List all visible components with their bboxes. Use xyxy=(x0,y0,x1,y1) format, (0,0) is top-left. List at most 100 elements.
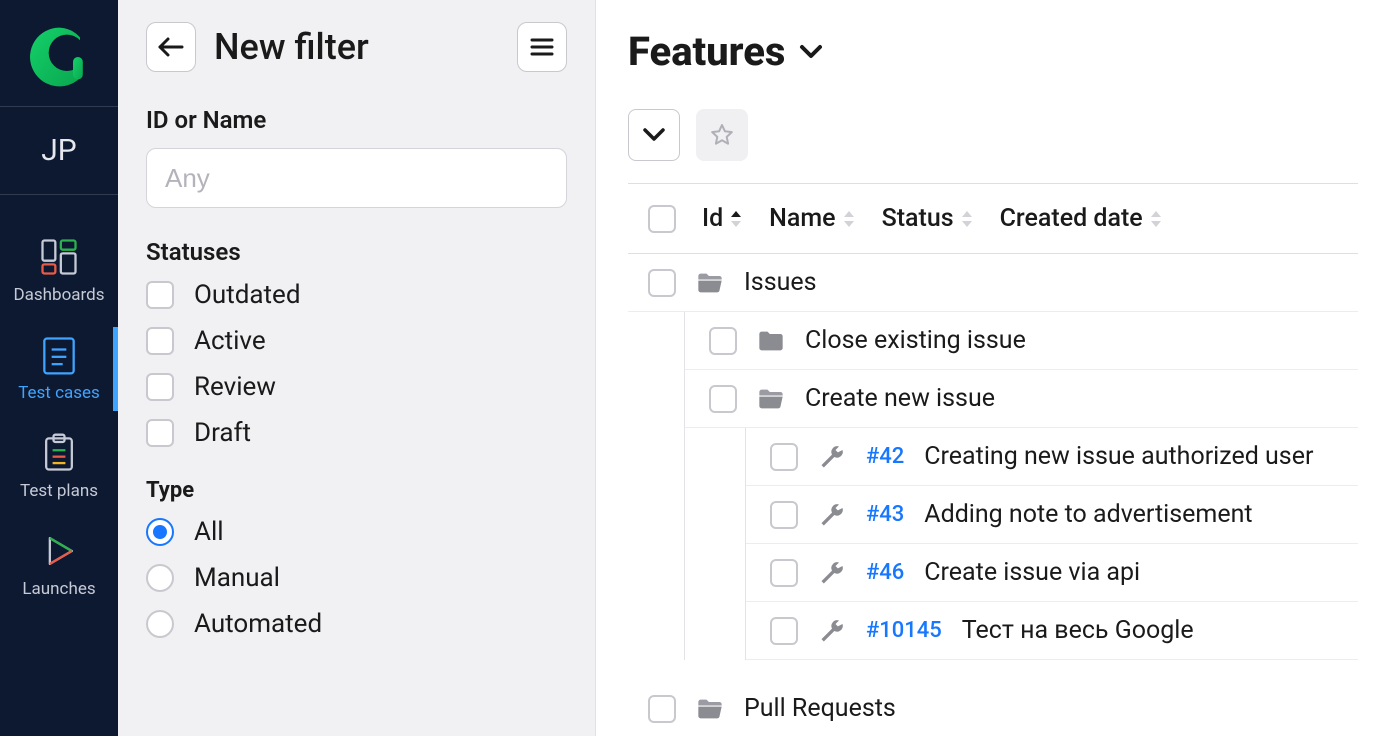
status-option-label: Review xyxy=(194,372,276,402)
test-id: #43 xyxy=(866,502,904,527)
expand-collapse-button[interactable] xyxy=(628,109,680,161)
test-id: #46 xyxy=(866,560,904,585)
dashboards-icon xyxy=(37,235,81,279)
nav-item-test-cases[interactable]: Test cases xyxy=(0,323,118,415)
back-button[interactable] xyxy=(146,22,196,72)
checkbox[interactable] xyxy=(770,501,798,529)
test-id: #10145 xyxy=(866,618,942,643)
sort-icon xyxy=(960,210,974,228)
wrench-icon xyxy=(818,559,846,587)
test-table: Id Name Status xyxy=(628,183,1358,736)
folder-icon xyxy=(757,327,785,355)
tree-test-10145[interactable]: #10145 Тест на весь Google xyxy=(746,602,1358,660)
radio[interactable] xyxy=(146,564,174,592)
checkbox[interactable] xyxy=(146,327,174,355)
test-id: #42 xyxy=(866,444,904,469)
column-label: Name xyxy=(769,204,835,233)
type-option-automated[interactable]: Automated xyxy=(146,609,567,639)
checkbox[interactable] xyxy=(770,443,798,471)
tree-row-name: Issues xyxy=(744,268,817,297)
select-all-checkbox[interactable] xyxy=(648,205,676,233)
radio[interactable] xyxy=(146,518,174,546)
tree-row-name: Create issue via api xyxy=(924,558,1140,587)
avatar-initials: JP xyxy=(41,133,76,168)
column-name[interactable]: Name xyxy=(769,204,855,233)
chevron-down-icon xyxy=(643,128,665,142)
tree-folder-pull-requests[interactable]: Pull Requests xyxy=(628,680,1358,736)
logo[interactable] xyxy=(0,0,118,107)
folder-open-icon xyxy=(696,269,724,297)
type-option-label: Automated xyxy=(194,609,322,639)
checkbox[interactable] xyxy=(770,617,798,645)
checkbox[interactable] xyxy=(709,385,737,413)
type-option-manual[interactable]: Manual xyxy=(146,563,567,593)
status-option-label: Active xyxy=(194,326,266,356)
filter-panel: New filter ID or Name Statuses Outdated … xyxy=(118,0,596,736)
folder-open-icon xyxy=(696,695,724,723)
nav-item-label: Test cases xyxy=(18,383,100,403)
table-header: Id Name Status xyxy=(628,184,1358,254)
favorite-button[interactable] xyxy=(696,109,748,161)
avatar[interactable]: JP xyxy=(0,107,118,195)
tree-test-42[interactable]: #42 Creating new issue authorized user xyxy=(746,428,1358,486)
filter-title: New filter xyxy=(214,26,499,68)
folder-open-icon xyxy=(757,385,785,413)
status-option-review[interactable]: Review xyxy=(146,372,567,402)
id-or-name-input[interactable] xyxy=(146,148,567,208)
type-option-label: Manual xyxy=(194,563,280,593)
nav-item-label: Launches xyxy=(22,579,95,599)
nav-item-label: Dashboards xyxy=(14,285,105,305)
checkbox[interactable] xyxy=(648,269,676,297)
test-cases-icon xyxy=(37,333,81,377)
id-or-name-label: ID or Name xyxy=(146,106,567,134)
test-tree: Issues Close existing issue Crea xyxy=(628,254,1358,736)
checkbox[interactable] xyxy=(770,559,798,587)
logo-icon xyxy=(24,22,94,92)
launches-icon xyxy=(37,529,81,573)
column-label: Id xyxy=(702,204,723,233)
sort-icon xyxy=(842,210,856,228)
tree-row-name: Pull Requests xyxy=(744,694,896,723)
wrench-icon xyxy=(818,501,846,529)
tree-folder-create-new-issue[interactable]: Create new issue xyxy=(685,370,1358,428)
tree-test-46[interactable]: #46 Create issue via api xyxy=(746,544,1358,602)
tree-folder-close-existing-issue[interactable]: Close existing issue xyxy=(685,312,1358,370)
column-created-date[interactable]: Created date xyxy=(1000,204,1163,233)
column-label: Status xyxy=(882,204,954,233)
page-title: Features xyxy=(628,28,785,75)
test-plans-icon xyxy=(37,431,81,475)
hamburger-icon xyxy=(530,37,554,57)
radio[interactable] xyxy=(146,610,174,638)
tree-folder-issues[interactable]: Issues xyxy=(628,254,1358,312)
tree-row-name: Adding note to advertisement xyxy=(924,500,1252,529)
status-option-active[interactable]: Active xyxy=(146,326,567,356)
tree-test-43[interactable]: #43 Adding note to advertisement xyxy=(746,486,1358,544)
column-id[interactable]: Id xyxy=(702,204,743,233)
type-option-all[interactable]: All xyxy=(146,517,567,547)
tree-row-name: Create new issue xyxy=(805,384,995,413)
nav-item-dashboards[interactable]: Dashboards xyxy=(0,225,118,317)
checkbox[interactable] xyxy=(709,327,737,355)
status-option-draft[interactable]: Draft xyxy=(146,418,567,448)
statuses-label: Statuses xyxy=(146,238,567,266)
filter-menu-button[interactable] xyxy=(517,22,567,72)
chevron-down-icon xyxy=(799,44,823,60)
column-label: Created date xyxy=(1000,204,1143,233)
column-status[interactable]: Status xyxy=(882,204,974,233)
checkbox[interactable] xyxy=(648,695,676,723)
nav-item-test-plans[interactable]: Test plans xyxy=(0,421,118,513)
checkbox[interactable] xyxy=(146,419,174,447)
nav-item-label: Test plans xyxy=(20,481,98,501)
nav-item-launches[interactable]: Launches xyxy=(0,519,118,611)
type-label: Type xyxy=(146,478,567,503)
tree-row-name: Тест на весь Google xyxy=(962,616,1194,645)
nav-sidebar: JP Dashboards Test cases xyxy=(0,0,118,736)
status-option-label: Draft xyxy=(194,418,251,448)
status-option-label: Outdated xyxy=(194,280,301,310)
main-title-dropdown[interactable]: Features xyxy=(628,28,1358,75)
tree-row-name: Creating new issue authorized user xyxy=(924,442,1313,471)
checkbox[interactable] xyxy=(146,373,174,401)
status-option-outdated[interactable]: Outdated xyxy=(146,280,567,310)
sort-icon xyxy=(1149,210,1163,228)
checkbox[interactable] xyxy=(146,281,174,309)
